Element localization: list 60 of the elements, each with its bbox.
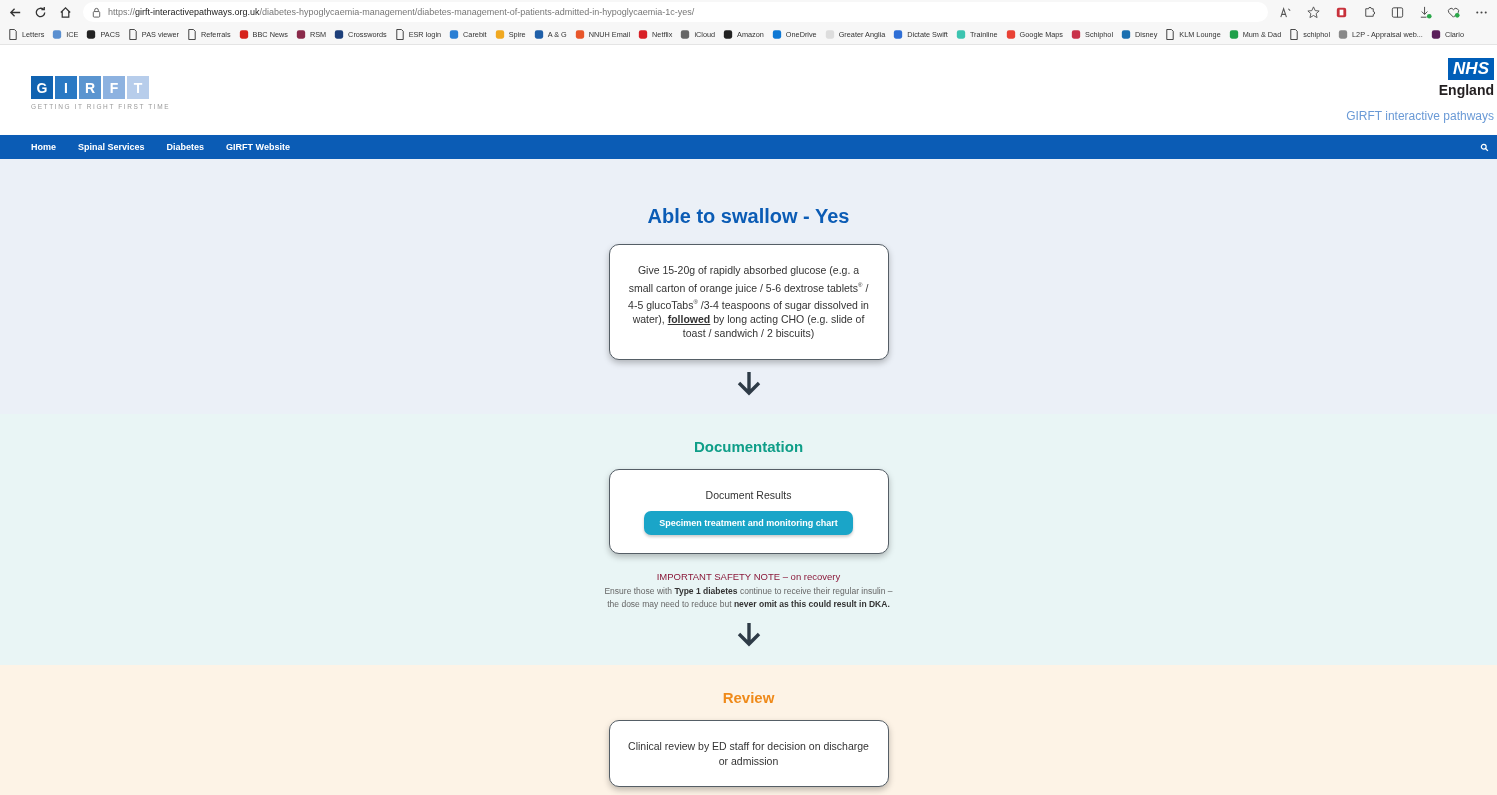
site-icon <box>238 28 249 40</box>
site-icon <box>955 28 966 40</box>
site-icon <box>723 28 734 40</box>
card-text: Clinical review by ED staff for decision on discharge or admission <box>627 739 870 768</box>
nav-link[interactable]: Home <box>31 142 56 152</box>
site-icon <box>1121 28 1131 40</box>
site-icon <box>638 28 649 40</box>
page-icon <box>1165 28 1176 40</box>
site-icon <box>1338 28 1349 40</box>
logo-letter: R <box>79 76 101 99</box>
site-icon <box>824 28 835 40</box>
search-icon[interactable] <box>1480 142 1489 152</box>
address-bar[interactable]: https://girft-interactivepathways.org.uk/diabetes-hypoglycaemia-management/diabetes-management-of-patients-admitted-in-hypoglycaemia-1c-yes/ <box>83 2 1268 22</box>
card-text: Give 15-20g of rapidly absorbed glucose (e.g. a small carton of orange juice / 5-6 dextrose tablets$^{®}$ / 4-5 glucoTabs$^{®}$ /3-4 teaspoons of sugar dissolved in water), followed by long acting CHO (e.g. slide of toast / sandwich / 2 biscuits) <box>627 263 870 341</box>
star-icon[interactable] <box>1306 4 1321 20</box>
page-icon <box>394 28 405 40</box>
read-aloud-icon[interactable] <box>1278 4 1293 20</box>
nhs-logo: NHS <box>1448 57 1494 80</box>
home-icon[interactable] <box>58 4 73 20</box>
site-icon <box>1430 28 1441 40</box>
refresh-icon[interactable] <box>33 4 48 20</box>
lock-icon <box>91 6 102 18</box>
site-icon <box>680 28 691 40</box>
site-icon <box>334 28 345 40</box>
section-title: Documentation <box>693 437 804 455</box>
page-icon <box>187 28 197 40</box>
puzzle-icon[interactable] <box>1362 4 1377 20</box>
logo-letter: F <box>103 76 125 99</box>
page-icon <box>1289 28 1300 40</box>
safety-note-text: Ensure those with Type 1 diabetes continue to receive their regular insulin – the dose may need to reduce but never omit as this could result in DKA. <box>603 585 894 611</box>
download-icon[interactable] <box>1418 4 1433 20</box>
down-arrow-icon <box>735 621 762 647</box>
site-icon <box>1005 28 1016 40</box>
logo-letter: G <box>31 76 53 99</box>
site-icon <box>771 28 782 40</box>
site-icon <box>1071 28 1081 40</box>
nav-link[interactable]: Spinal Services <box>78 142 145 152</box>
site-icon <box>574 28 585 40</box>
nav-link[interactable]: GIRFT Website <box>226 142 290 152</box>
site-title: GIRFT interactive pathways <box>1346 108 1494 123</box>
site-icon <box>52 28 63 40</box>
section-title: Able to swallow - Yes <box>647 205 850 228</box>
page-icon <box>8 28 18 40</box>
site-icon <box>893 28 904 40</box>
split-screen-icon[interactable] <box>1390 4 1405 20</box>
down-arrow-icon <box>735 369 762 396</box>
section-title: Review <box>722 689 775 706</box>
safety-note-title: IMPORTANT SAFETY NOTE – on recovery <box>656 571 841 582</box>
card-label: Document Results <box>705 487 792 502</box>
logo-letter: I <box>55 76 77 99</box>
logo-letter: T <box>127 76 149 99</box>
site-icon <box>86 28 97 40</box>
site-icon <box>449 28 460 40</box>
site-icon <box>494 28 505 40</box>
site-icon <box>533 28 544 40</box>
page-icon <box>127 28 138 40</box>
site-icon <box>1228 28 1239 40</box>
nav-link[interactable]: Diabetes <box>166 142 205 152</box>
region-label: England <box>1438 81 1494 98</box>
site-icon <box>295 28 306 40</box>
